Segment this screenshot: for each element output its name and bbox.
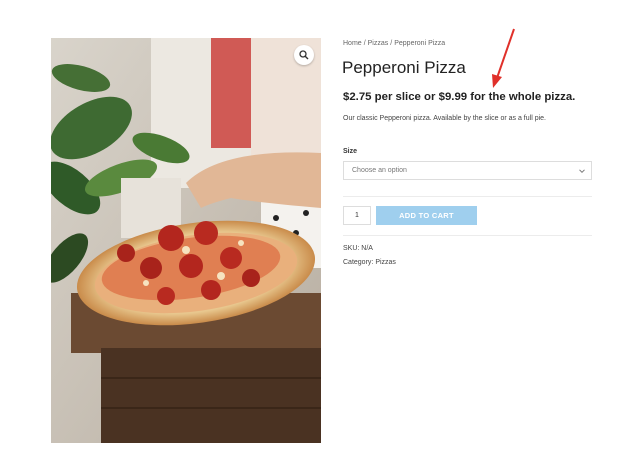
product-image[interactable] xyxy=(51,38,321,443)
breadcrumb-separator: / xyxy=(363,40,366,47)
zoom-button[interactable] xyxy=(294,45,314,65)
product-title: Pepperoni Pizza xyxy=(342,58,466,77)
product-sku: SKU: N/A xyxy=(343,245,373,252)
divider xyxy=(343,196,592,197)
breadcrumb: Home / Pizzas / Pepperoni Pizza xyxy=(343,40,445,47)
pizza-photo xyxy=(51,38,321,443)
divider xyxy=(343,235,592,236)
sku-value: N/A xyxy=(361,245,373,252)
sku-label: SKU: xyxy=(343,245,360,252)
category-link[interactable]: Pizzas xyxy=(375,259,396,266)
breadcrumb-category[interactable]: Pizzas xyxy=(368,40,389,47)
magnifier-icon xyxy=(299,50,309,60)
product-category: Category: Pizzas xyxy=(343,259,396,266)
size-select-value: Choose an option xyxy=(352,167,407,174)
breadcrumb-current: Pepperoni Pizza xyxy=(394,40,446,47)
chevron-down-icon xyxy=(579,169,585,174)
size-label: Size xyxy=(343,148,358,155)
breadcrumb-separator: / xyxy=(390,40,393,47)
product-price: $2.75 per slice or $9.99 for the whole p… xyxy=(343,91,576,103)
breadcrumb-home[interactable]: Home xyxy=(343,40,362,47)
add-to-cart-button[interactable]: ADD TO CART xyxy=(376,206,477,225)
product-description: Our classic Pepperoni pizza. Available b… xyxy=(343,115,546,122)
category-label: Category: xyxy=(343,259,374,266)
quantity-input[interactable]: 1 xyxy=(343,206,371,225)
size-select[interactable]: Choose an option xyxy=(343,161,592,180)
